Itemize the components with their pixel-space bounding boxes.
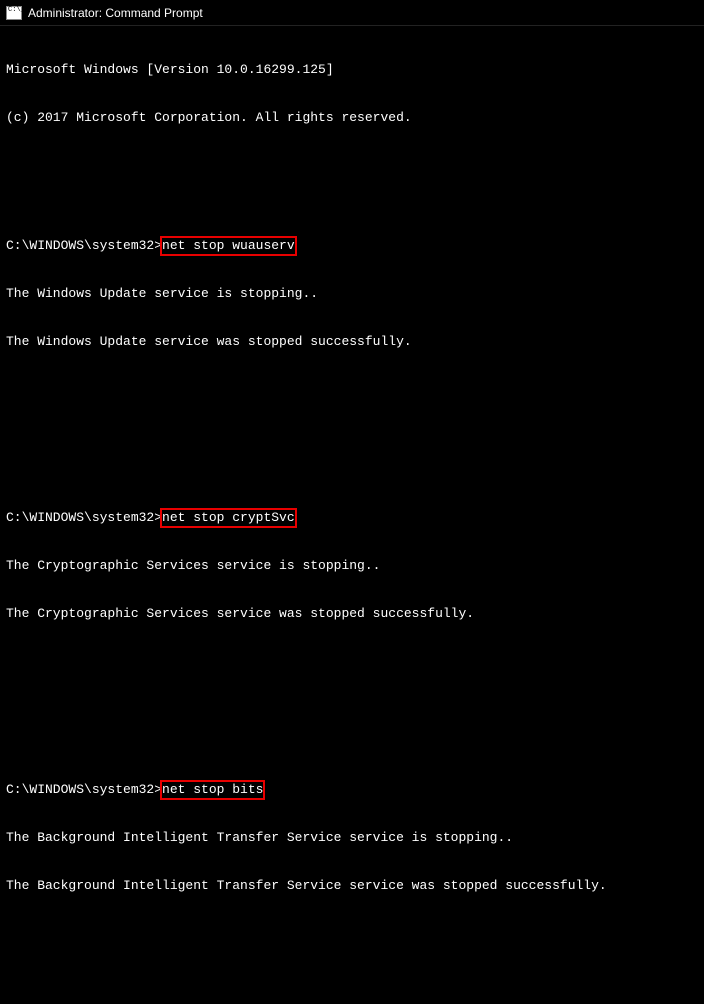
blank-line	[6, 974, 698, 990]
command-line: C:\WINDOWS\system32>net stop wuauserv	[6, 238, 698, 254]
window-title: Administrator: Command Prompt	[28, 6, 203, 20]
command-line: C:\WINDOWS\system32>net stop bits	[6, 782, 698, 798]
command-highlight: net stop cryptSvc	[160, 508, 297, 528]
output-line: The Cryptographic Services service is st…	[6, 558, 698, 574]
output-line: The Windows Update service was stopped s…	[6, 334, 698, 350]
window-titlebar[interactable]: Administrator: Command Prompt	[0, 0, 704, 26]
output-line: The Background Intelligent Transfer Serv…	[6, 878, 698, 894]
output-line: The Windows Update service is stopping..	[6, 286, 698, 302]
cmd-icon	[6, 6, 22, 20]
blank-line	[6, 430, 698, 446]
output-line: The Background Intelligent Transfer Serv…	[6, 830, 698, 846]
version-line: Microsoft Windows [Version 10.0.16299.12…	[6, 62, 698, 78]
command-highlight: net stop wuauserv	[160, 236, 297, 256]
command-line: C:\WINDOWS\system32>net stop cryptSvc	[6, 510, 698, 526]
copyright-line: (c) 2017 Microsoft Corporation. All righ…	[6, 110, 698, 126]
blank-line	[6, 382, 698, 398]
prompt: C:\WINDOWS\system32>	[6, 510, 162, 525]
command-highlight: net stop bits	[160, 780, 265, 800]
output-line: The Cryptographic Services service was s…	[6, 606, 698, 622]
terminal-body[interactable]: Microsoft Windows [Version 10.0.16299.12…	[0, 26, 704, 1004]
prompt: C:\WINDOWS\system32>	[6, 782, 162, 797]
prompt: C:\WINDOWS\system32>	[6, 238, 162, 253]
blank-line	[6, 702, 698, 718]
command-text: net stop wuauserv	[162, 238, 295, 253]
command-text: net stop bits	[162, 782, 263, 797]
blank-line	[6, 158, 698, 174]
command-text: net stop cryptSvc	[162, 510, 295, 525]
blank-line	[6, 926, 698, 942]
blank-line	[6, 654, 698, 670]
